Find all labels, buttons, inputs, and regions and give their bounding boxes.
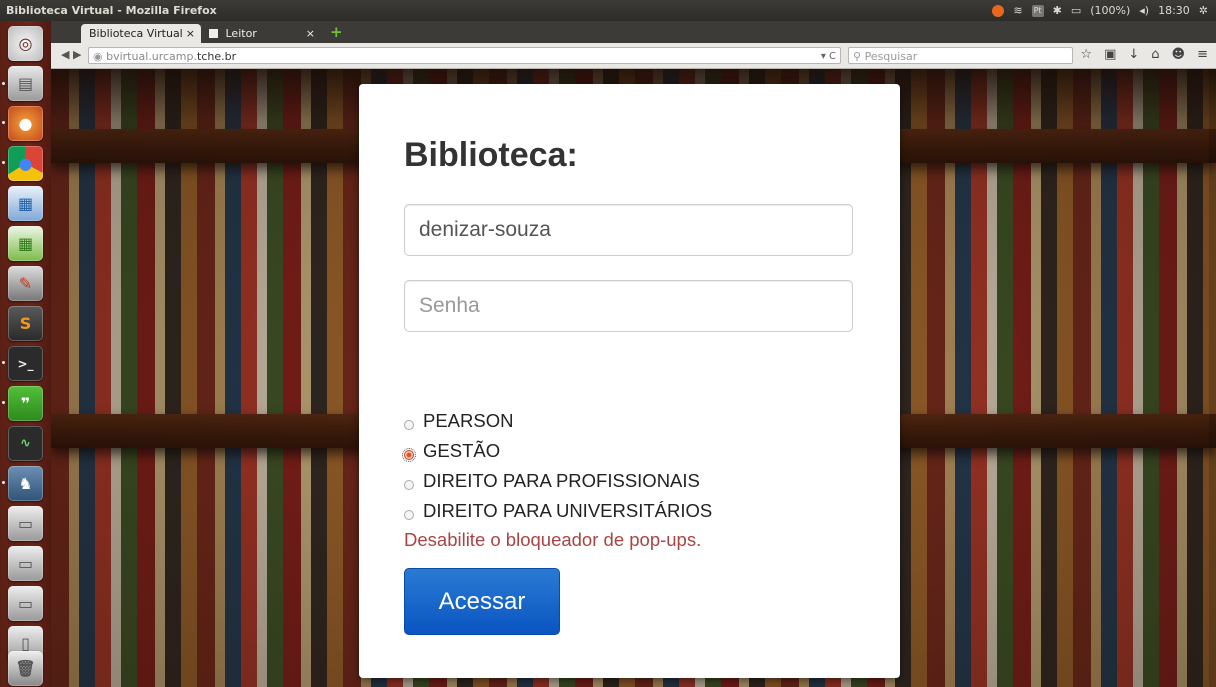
libreoffice-writer-icon[interactable]: ▦ <box>8 186 43 221</box>
pgadmin-elephant-icon[interactable]: ♞ <box>8 466 43 501</box>
radio-button[interactable] <box>404 509 414 520</box>
system-monitor-icon[interactable]: ∿ <box>8 426 43 461</box>
url-prefix: bvirtual.urcamp. <box>106 50 197 63</box>
username-field[interactable] <box>404 204 853 256</box>
terminal-icon[interactable]: >_ <box>8 346 43 381</box>
drive-icon[interactable]: ▭ <box>8 586 43 621</box>
forward-arrow-icon[interactable]: ▶ <box>73 48 81 61</box>
firefox-icon[interactable]: ● <box>8 106 43 141</box>
url-dropdown-reload[interactable]: ▾ C <box>821 48 836 65</box>
clock[interactable]: 18:30 <box>1158 0 1190 21</box>
dash-home-icon[interactable]: ◎ <box>8 26 43 61</box>
drive-icon[interactable]: ▭ <box>8 506 43 541</box>
popup-blocker-warning: Desabilite o bloqueador de pop-ups. <box>404 529 702 550</box>
option-pearson[interactable]: PEARSON <box>404 406 712 436</box>
option-label: PEARSON <box>423 410 514 431</box>
bluetooth-icon[interactable]: ✱ <box>1053 0 1062 21</box>
tab-biblioteca-virtual[interactable]: Biblioteca Virtual × <box>81 24 201 43</box>
settings-gear-icon[interactable]: ✲ <box>1199 0 1208 21</box>
option-direito-profissionais[interactable]: DIREITO PARA PROFISSIONAIS <box>404 466 712 496</box>
new-tab-plus-icon[interactable]: + <box>330 24 343 41</box>
drive-icon[interactable]: ▭ <box>8 546 43 581</box>
system-settings-icon[interactable]: ✎ <box>8 266 43 301</box>
libreoffice-calc-icon[interactable]: ▦ <box>8 226 43 261</box>
running-indicator <box>2 481 5 484</box>
url-domain: tche.br <box>197 50 237 63</box>
tab-label: Leitor <box>225 27 257 40</box>
keyboard-layout-icon[interactable]: Pt <box>1031 4 1044 17</box>
bookmark-star-icon[interactable]: ☆ <box>1080 47 1092 62</box>
url-bar[interactable]: ◉ bvirtual.urcamp.tche.br ▾ C <box>88 47 841 64</box>
submit-button[interactable]: Acessar <box>404 568 560 635</box>
close-tab-icon[interactable]: × <box>306 24 315 43</box>
tab-bar: Biblioteca Virtual × Leitor × + <box>51 21 1216 43</box>
page-scrollbar[interactable] <box>1209 69 1216 687</box>
chrome-icon[interactable]: ● <box>8 146 43 181</box>
wifi-icon[interactable]: ≋ <box>1013 0 1022 21</box>
running-indicator <box>2 161 5 164</box>
home-icon[interactable]: ⌂ <box>1151 47 1159 62</box>
radio-button[interactable] <box>404 419 414 430</box>
option-direito-universitarios[interactable]: DIREITO PARA UNIVERSITÁRIOS <box>404 496 712 526</box>
radio-button[interactable] <box>404 479 414 490</box>
page-title: Biblioteca: <box>404 136 578 174</box>
trash-icon[interactable]: 🗑 <box>8 651 43 686</box>
radio-button-selected[interactable] <box>402 447 416 462</box>
menu-hamburger-icon[interactable]: ≡ <box>1197 47 1208 62</box>
back-arrow-icon[interactable]: ◀ <box>61 48 69 61</box>
toolbar-icons: ☆ ▣ ↓ ⌂ ☻ ≡ <box>1080 47 1208 62</box>
running-indicator <box>2 82 5 85</box>
option-gestao[interactable]: GESTÃO <box>402 436 712 466</box>
chrome-indicator-icon[interactable] <box>992 4 1005 17</box>
tab-label: Biblioteca Virtual <box>89 27 183 40</box>
page-content: Biblioteca: PEARSON GESTÃO DIREITO PARA … <box>51 69 1216 687</box>
window-title: Biblioteca Virtual - Mozilla Firefox <box>6 4 217 17</box>
option-label: DIREITO PARA PROFISSIONAIS <box>423 470 700 491</box>
option-label: DIREITO PARA UNIVERSITÁRIOS <box>423 500 713 521</box>
back-forward-buttons: ◀ ▶ <box>61 48 81 61</box>
search-icon: ⚲ <box>853 50 862 63</box>
volume-icon[interactable]: ◂) <box>1139 0 1149 21</box>
option-label: GESTÃO <box>423 440 501 461</box>
tab-leitor[interactable]: Leitor × <box>201 24 321 43</box>
search-bar[interactable]: ⚲ Pesquisar <box>848 47 1073 64</box>
battery-percent[interactable]: (100%) <box>1090 0 1130 21</box>
close-tab-icon[interactable]: × <box>186 24 195 43</box>
hello-chat-icon[interactable]: ☻ <box>1172 47 1186 62</box>
sublime-text-icon[interactable]: S <box>8 306 43 341</box>
downloads-icon[interactable]: ↓ <box>1128 47 1139 62</box>
library-options: PEARSON GESTÃO DIREITO PARA PROFISSIONAI… <box>402 406 712 526</box>
hangouts-icon[interactable]: ❞ <box>8 386 43 421</box>
page-icon <box>209 29 218 38</box>
running-indicator <box>2 361 5 364</box>
files-icon[interactable]: ▤ <box>8 66 43 101</box>
site-identity-icon[interactable]: ◉ <box>93 50 103 63</box>
navigation-toolbar: ◀ ▶ ◉ bvirtual.urcamp.tche.br ▾ C ⚲ Pesq… <box>51 43 1216 69</box>
system-tray: ≋ Pt ✱ ▭ (100%) ◂) 18:30 ✲ <box>992 0 1208 21</box>
search-placeholder: Pesquisar <box>864 50 918 63</box>
battery-icon[interactable]: ▭ <box>1071 0 1081 21</box>
login-card: Biblioteca: PEARSON GESTÃO DIREITO PARA … <box>359 84 900 678</box>
running-indicator <box>2 401 5 404</box>
unity-launcher: ◎ ▤ ● ● ▦ ▦ ✎ S >_ ❞ ∿ ♞ ▭ ▭ ▭ ▯ 🗑 <box>0 21 52 687</box>
running-indicator <box>2 121 5 124</box>
bookmarks-menu-icon[interactable]: ▣ <box>1104 47 1116 62</box>
password-field[interactable] <box>404 280 853 332</box>
top-panel: Biblioteca Virtual - Mozilla Firefox ≋ P… <box>0 0 1216 21</box>
